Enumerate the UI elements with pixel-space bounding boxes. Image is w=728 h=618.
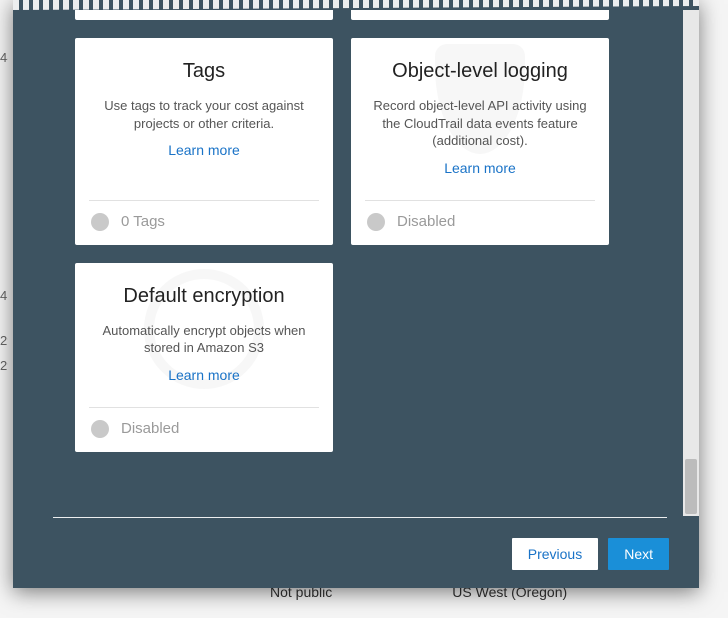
cards-scroll-area: Tags Use tags to track your cost against… [13,10,683,516]
scrollbar-thumb[interactable] [685,459,697,514]
footer-divider [53,517,667,518]
previous-button[interactable]: Previous [512,538,598,570]
learn-more-link[interactable]: Learn more [168,142,240,158]
card-description: Automatically encrypt objects when store… [91,322,317,357]
card-title: Object-level logging [367,60,593,83]
status-dot-icon [91,420,109,438]
status-text: 0 Tags [121,213,165,230]
default-encryption-card[interactable]: Default encryption Automatically encrypt… [75,263,333,452]
card-description: Record object-level API activity using t… [367,97,593,150]
status-dot-icon [91,213,109,231]
next-button[interactable]: Next [608,538,669,570]
card-title: Default encryption [91,285,317,308]
dialog-footer: Previous Next [512,538,669,570]
learn-more-link[interactable]: Learn more [444,160,516,176]
torn-edge [13,0,699,10]
properties-dialog: Tags Use tags to track your cost against… [13,0,699,588]
card-partial-top [351,10,609,20]
status-text: Disabled [397,213,455,230]
object-level-logging-card[interactable]: Object-level logging Record object-level… [351,38,609,245]
scrollbar[interactable] [683,10,699,516]
learn-more-link[interactable]: Learn more [168,367,240,383]
tags-card[interactable]: Tags Use tags to track your cost against… [75,38,333,245]
card-partial-top [75,10,333,20]
status-dot-icon [367,213,385,231]
status-text: Disabled [121,420,179,437]
card-title: Tags [91,60,317,83]
card-description: Use tags to track your cost against proj… [91,97,317,132]
